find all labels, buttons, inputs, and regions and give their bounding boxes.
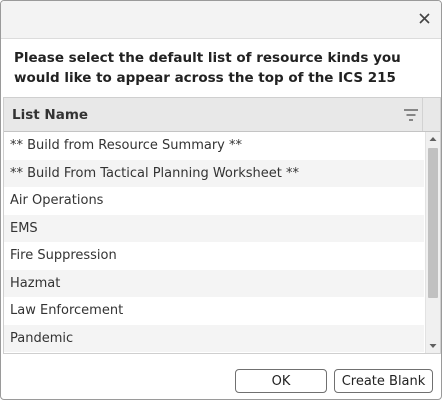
list-item[interactable]: ** Build from Resource Summary ** bbox=[4, 132, 424, 160]
list-grid: List Name ** Build from Resource Summary… bbox=[3, 97, 441, 354]
dialog-message: Please select the default list of resour… bbox=[14, 50, 401, 86]
list-item[interactable]: Law Enforcement bbox=[4, 297, 424, 325]
list-item[interactable]: Fire Suppression bbox=[4, 242, 424, 270]
filter-icon bbox=[404, 109, 418, 121]
list-item[interactable]: Hazmat bbox=[4, 269, 424, 297]
grid-header: List Name bbox=[4, 98, 440, 132]
header-divider bbox=[422, 98, 423, 131]
dialog-titlebar bbox=[1, 1, 441, 39]
vertical-scrollbar[interactable] bbox=[425, 132, 440, 353]
grid-rows: ** Build from Resource Summary ** ** Bui… bbox=[4, 132, 424, 353]
chevron-up-icon bbox=[429, 137, 437, 141]
scroll-down-button[interactable] bbox=[426, 339, 440, 353]
list-item[interactable]: Pandemic bbox=[4, 324, 424, 352]
list-item[interactable]: Air Operations bbox=[4, 187, 424, 215]
create-blank-button[interactable]: Create Blank bbox=[334, 369, 433, 393]
list-item[interactable]: EMS bbox=[4, 214, 424, 242]
column-header-list-name[interactable]: List Name bbox=[12, 107, 88, 123]
scroll-thumb[interactable] bbox=[428, 148, 438, 298]
resource-kinds-dialog: Please select the default list of resour… bbox=[0, 0, 442, 400]
close-icon bbox=[418, 12, 430, 24]
chevron-down-icon bbox=[429, 344, 437, 348]
scroll-up-button[interactable] bbox=[426, 132, 440, 146]
column-filter-button[interactable] bbox=[403, 107, 419, 121]
list-item[interactable]: ** Build From Tactical Planning Workshee… bbox=[4, 159, 424, 187]
close-button[interactable] bbox=[413, 7, 435, 29]
ok-button[interactable]: OK bbox=[235, 369, 327, 393]
